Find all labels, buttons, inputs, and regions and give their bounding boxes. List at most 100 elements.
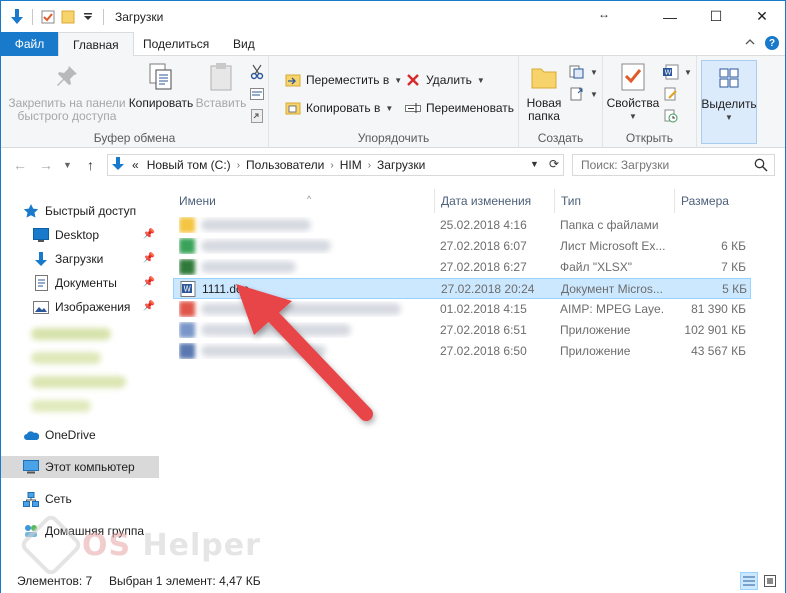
move-to-button[interactable]: Переместить в ▼ — [285, 70, 402, 90]
copy-to-button[interactable]: Копировать в ▼ — [285, 98, 393, 118]
ribbon-home: Закрепить на панели быстрого доступа Коп… — [1, 56, 785, 148]
file-date: 25.02.2018 4:16 — [440, 218, 527, 232]
edit-button[interactable] — [663, 84, 679, 104]
cut-button[interactable] — [249, 62, 265, 82]
tab-share[interactable]: Поделиться — [129, 32, 223, 56]
watermark-text-os: OS — [82, 527, 132, 563]
history-button[interactable] — [663, 106, 679, 126]
copy-button[interactable]: Копировать — [127, 60, 195, 110]
close-button[interactable]: ✕ — [739, 1, 785, 32]
nav-network[interactable]: Сеть — [1, 488, 159, 510]
file-row[interactable]: 27.02.2018 6:50 Приложение 43 567 КБ — [173, 341, 751, 362]
tab-view[interactable]: Вид — [219, 32, 269, 56]
properties-button[interactable]: Свойства ▼ — [605, 60, 661, 123]
file-type: Приложение — [560, 323, 631, 337]
blurred-nav-item[interactable] — [31, 352, 101, 364]
collapse-ribbon-icon[interactable] — [745, 38, 755, 49]
breadcrumb-separator-icon[interactable]: › — [366, 160, 373, 171]
tab-file[interactable]: Файл — [1, 32, 58, 56]
nav-this-pc[interactable]: Этот компьютер — [1, 456, 159, 478]
up-arrow-icon[interactable]: ↑ — [87, 157, 94, 173]
nav-onedrive[interactable]: OneDrive — [1, 424, 159, 446]
breadcrumb-users[interactable]: Пользователи — [242, 158, 328, 172]
large-icons-view-icon[interactable] — [761, 572, 779, 590]
forward-arrow-icon[interactable]: → — [39, 157, 53, 173]
blurred-nav-item[interactable] — [31, 328, 111, 340]
new-folder-icon[interactable] — [60, 9, 76, 25]
refresh-icon[interactable]: ⟳ — [549, 157, 559, 171]
new-folder-button[interactable]: Новая папка — [521, 60, 567, 123]
breadcrumb-downloads[interactable]: Загрузки — [373, 158, 429, 172]
cloud-icon — [23, 427, 39, 443]
search-box[interactable] — [572, 154, 775, 176]
select-button[interactable]: Выделить ▼ — [701, 60, 757, 144]
pin-quick-access-button[interactable]: Закрепить на панели быстрого доступа — [7, 60, 127, 123]
column-header-name[interactable]: Имени ^ — [173, 189, 435, 213]
file-type-icon — [179, 301, 195, 317]
star-icon — [23, 203, 39, 219]
file-date: 27.02.2018 20:24 — [441, 282, 535, 296]
tab-home[interactable]: Главная — [58, 32, 134, 57]
properties-check-icon[interactable] — [40, 9, 56, 25]
maximize-button[interactable]: ☐ — [693, 1, 739, 32]
file-row[interactable]: 27.02.2018 6:51 Приложение 102 901 КБ — [173, 320, 751, 341]
properties-icon — [617, 60, 649, 94]
minimize-button[interactable]: — — [647, 1, 693, 32]
help-icon[interactable]: ? — [765, 36, 779, 50]
location-downloads-icon — [108, 156, 128, 174]
group-clipboard: Закрепить на панели быстрого доступа Коп… — [1, 56, 269, 148]
breadcrumb-user[interactable]: HIM — [336, 158, 366, 172]
nav-desktop[interactable]: Desktop 📌 — [1, 224, 159, 246]
paste-shortcut-button[interactable] — [249, 106, 265, 126]
rename-button[interactable]: Переименовать — [405, 98, 514, 118]
new-item-button[interactable]: ▼ — [569, 62, 598, 82]
customize-dropdown-icon[interactable] — [80, 9, 96, 25]
nav-downloads[interactable]: Загрузки 📌 — [1, 248, 159, 270]
column-header-type[interactable]: Тип — [555, 189, 675, 213]
move-to-label: Переместить в — [306, 73, 390, 87]
file-row[interactable]: 27.02.2018 6:27 Файл "XLSX" 7 КБ — [173, 257, 751, 278]
blurred-nav-item[interactable] — [31, 376, 126, 388]
file-row[interactable]: 27.02.2018 6:07 Лист Microsoft Ex... 6 КБ — [173, 236, 751, 257]
file-date: 27.02.2018 6:50 — [440, 344, 527, 358]
file-row[interactable]: 01.02.2018 4:15 AIMP: MPEG Laye... 81 390 … — [173, 299, 751, 320]
back-arrow-icon[interactable]: ← — [13, 157, 27, 173]
address-dropdown-icon[interactable]: ▼ — [530, 157, 539, 171]
address-bar[interactable]: « Новый том (C:) › Пользователи › HIM › … — [107, 154, 564, 176]
nav-quick-access[interactable]: Быстрый доступ — [1, 200, 159, 222]
blurred-nav-item[interactable] — [31, 400, 91, 412]
details-view-icon[interactable] — [740, 572, 758, 590]
breadcrumb-separator-icon[interactable]: › — [328, 160, 335, 171]
group-label-clipboard: Буфер обмена — [93, 131, 176, 145]
copy-path-button[interactable] — [249, 84, 265, 104]
breadcrumb-drive[interactable]: Новый том (C:) — [143, 158, 235, 172]
easy-access-button[interactable]: ▼ — [569, 84, 598, 104]
breadcrumb-overflow[interactable]: « — [128, 158, 143, 172]
column-header-date[interactable]: Дата изменения — [435, 189, 555, 213]
edit-pencil-icon — [663, 86, 679, 102]
column-header-size[interactable]: Размера — [675, 189, 755, 213]
item-count: Элементов: 7 — [17, 574, 93, 588]
file-name-cell — [179, 238, 429, 254]
paste-button[interactable]: Вставить — [195, 60, 247, 110]
search-input[interactable] — [581, 158, 751, 172]
file-row[interactable]: W 1111.doc 27.02.2018 20:24 Документ Micros… — [173, 278, 751, 299]
nav-pictures[interactable]: Изображения 📌 — [1, 296, 159, 318]
open-button[interactable]: W ▼ — [663, 62, 692, 82]
qat-separator — [32, 8, 33, 25]
blurred-file-name — [201, 240, 331, 252]
recent-locations-icon[interactable]: ▼ — [63, 160, 72, 170]
delete-button[interactable]: Удалить ▼ — [405, 70, 485, 90]
file-name-cell — [179, 217, 429, 233]
nav-documents[interactable]: Документы 📌 — [1, 272, 159, 294]
search-icon[interactable] — [754, 158, 768, 175]
svg-text:W: W — [665, 69, 672, 77]
group-open: Свойства ▼ W ▼ Открыть — [603, 56, 697, 148]
copy-icon — [145, 60, 177, 94]
file-name-cell — [179, 322, 429, 338]
breadcrumb-separator-icon[interactable]: › — [235, 160, 242, 171]
file-row[interactable]: 25.02.2018 4:16 Папка с файлами — [173, 215, 751, 236]
title-bar[interactable]: Загрузки ↔ — ☐ ✕ — [1, 1, 785, 32]
nav-pictures-label: Изображения — [55, 300, 131, 314]
group-label-organize: Упорядочить — [357, 131, 430, 145]
